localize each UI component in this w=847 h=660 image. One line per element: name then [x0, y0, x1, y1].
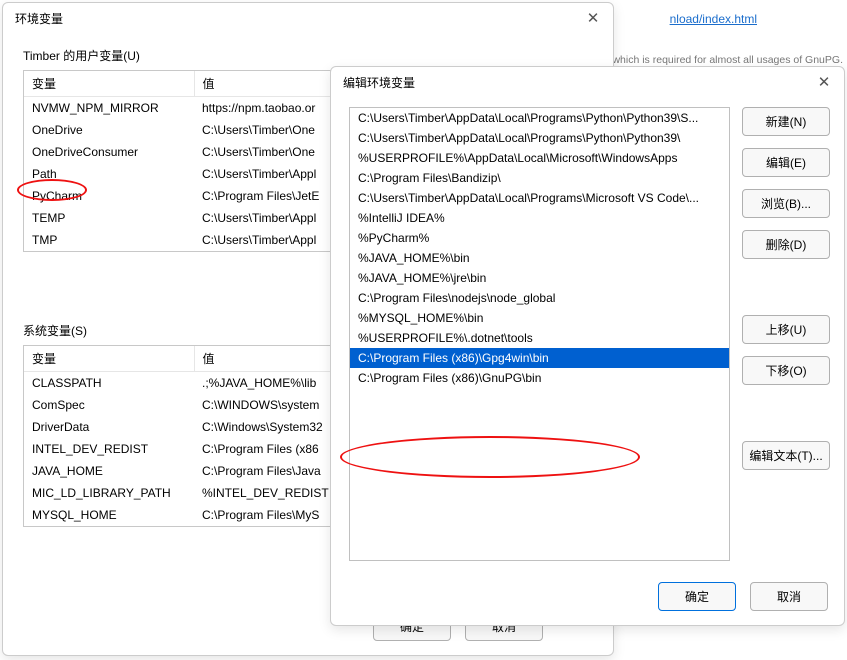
move-down-button[interactable]: 下移(O) — [742, 356, 830, 385]
edit-text-button[interactable]: 编辑文本(T)... — [742, 441, 830, 470]
list-item[interactable]: %USERPROFILE%\AppData\Local\Microsoft\Wi… — [350, 148, 729, 168]
user-vars-label: Timber 的用户变量(U) — [23, 47, 597, 64]
var-name: INTEL_DEV_REDIST — [24, 438, 194, 460]
var-name: TEMP — [24, 207, 194, 229]
list-item[interactable]: C:\Program Files\Bandizip\ — [350, 168, 729, 188]
list-item[interactable]: %MYSQL_HOME%\bin — [350, 308, 729, 328]
edit-env-var-dialog: 编辑环境变量 ✕ C:\Users\Timber\AppData\Local\P… — [330, 66, 845, 626]
path-list[interactable]: C:\Users\Timber\AppData\Local\Programs\P… — [349, 107, 730, 561]
env-dialog-title: 环境变量 — [15, 10, 63, 27]
close-icon[interactable]: ✕ — [583, 9, 603, 27]
var-name: DriverData — [24, 416, 194, 438]
list-item[interactable]: C:\Program Files (x86)\Gpg4win\bin — [350, 348, 729, 368]
new-button[interactable]: 新建(N) — [742, 107, 830, 136]
edit-button[interactable]: 编辑(E) — [742, 148, 830, 177]
var-name: CLASSPATH — [24, 372, 194, 395]
edit-dialog-footer: 确定 取消 — [658, 582, 828, 611]
close-icon[interactable]: ✕ — [814, 73, 834, 91]
button-column: 新建(N) 编辑(E) 浏览(B)... 删除(D) 上移(U) 下移(O) 编… — [742, 107, 830, 561]
env-dialog-titlebar: 环境变量 ✕ — [3, 3, 613, 33]
var-name: OneDriveConsumer — [24, 141, 194, 163]
list-item[interactable]: C:\Users\Timber\AppData\Local\Programs\P… — [350, 128, 729, 148]
cancel-button[interactable]: 取消 — [750, 582, 828, 611]
var-name: MYSQL_HOME — [24, 504, 194, 526]
var-name: PyCharm — [24, 185, 194, 207]
col-variable[interactable]: 变量 — [24, 71, 194, 97]
var-name: Path — [24, 163, 194, 185]
bg-link[interactable]: nload/index.html — [670, 12, 757, 26]
browse-button[interactable]: 浏览(B)... — [742, 189, 830, 218]
list-item[interactable]: C:\Users\Timber\AppData\Local\Programs\M… — [350, 188, 729, 208]
col-variable[interactable]: 变量 — [24, 346, 194, 372]
ok-button[interactable]: 确定 — [658, 582, 736, 611]
list-item[interactable]: %JAVA_HOME%\jre\bin — [350, 268, 729, 288]
var-name: MIC_LD_LIBRARY_PATH — [24, 482, 194, 504]
var-name: NVMW_NPM_MIRROR — [24, 97, 194, 120]
list-item[interactable]: C:\Program Files\nodejs\node_global — [350, 288, 729, 308]
var-name: OneDrive — [24, 119, 194, 141]
list-item[interactable]: %IntelliJ IDEA% — [350, 208, 729, 228]
list-item[interactable]: %USERPROFILE%\.dotnet\tools — [350, 328, 729, 348]
edit-dialog-titlebar: 编辑环境变量 ✕ — [331, 67, 844, 97]
list-item[interactable]: %PyCharm% — [350, 228, 729, 248]
var-name: TMP — [24, 229, 194, 251]
move-up-button[interactable]: 上移(U) — [742, 315, 830, 344]
edit-dialog-title: 编辑环境变量 — [343, 74, 415, 91]
list-item[interactable]: C:\Users\Timber\AppData\Local\Programs\P… — [350, 108, 729, 128]
var-name: JAVA_HOME — [24, 460, 194, 482]
var-name: ComSpec — [24, 394, 194, 416]
delete-button[interactable]: 删除(D) — [742, 230, 830, 259]
list-item[interactable]: C:\Program Files (x86)\GnuPG\bin — [350, 368, 729, 388]
list-item[interactable]: %JAVA_HOME%\bin — [350, 248, 729, 268]
